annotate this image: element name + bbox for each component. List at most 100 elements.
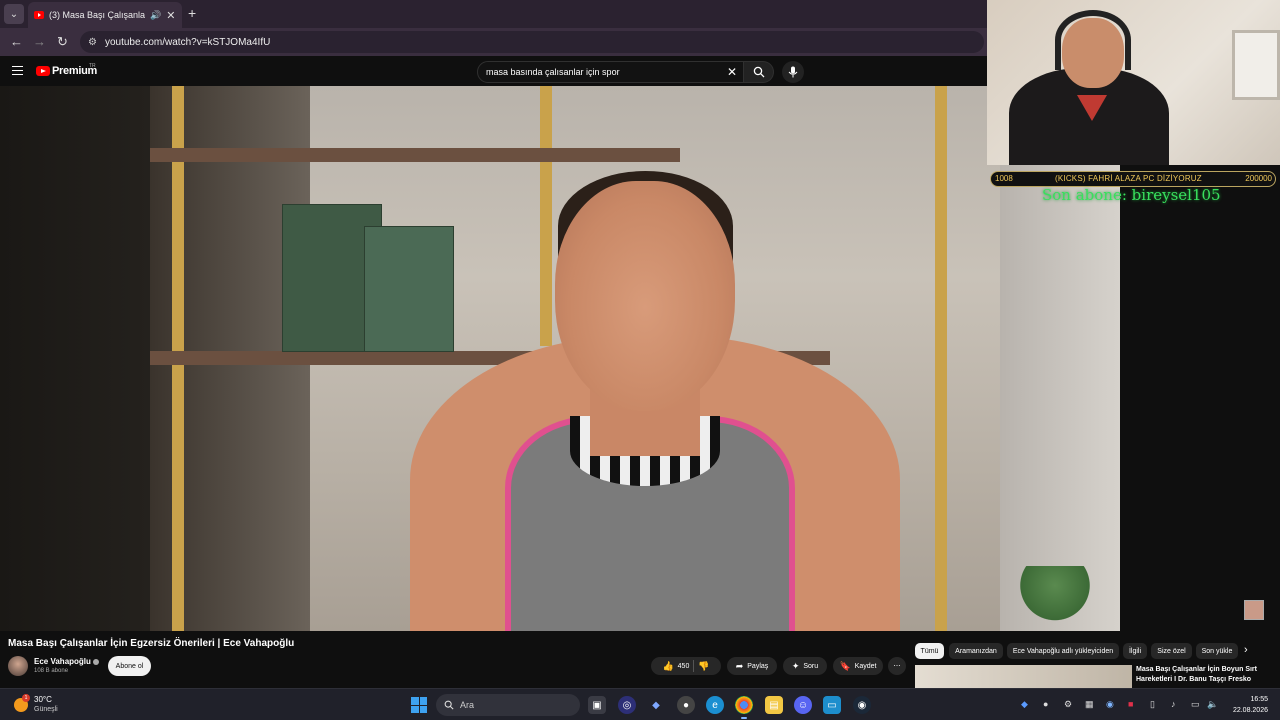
subscriber-count: 108 B abone [34, 668, 69, 674]
donation-ticker: 1008 (KICKS) FAHRİ ALAZA PC DİZİYORUZ 20… [990, 171, 1276, 187]
search-icon [444, 700, 454, 710]
browser-tab-active[interactable]: (3) Masa Başı Çalışanlar İçin 🔊 ✕ [28, 2, 182, 28]
url-input[interactable]: ⚙ youtube.com/watch?v=kSTJOMa4IfU [80, 31, 984, 53]
thumbs-up-icon[interactable]: 👍 [662, 661, 673, 672]
share-label: Paylaş [747, 662, 769, 670]
video-metadata: Masa Başı Çalışanlar İçin Egzersiz Öneri… [0, 631, 1280, 689]
share-icon: ➦ [735, 660, 744, 671]
shelf [150, 148, 680, 162]
presenter-face [555, 181, 735, 411]
chevron-right-icon[interactable]: › [1244, 644, 1248, 656]
back-arrow-icon[interactable]: ← [10, 34, 23, 49]
chip-for-you[interactable]: Size özel [1151, 643, 1192, 659]
tray-gamepad-icon[interactable]: ▦ [1085, 699, 1094, 710]
steam-icon[interactable]: ◉ [853, 696, 871, 714]
chip-recently-uploaded[interactable]: Son yükle [1196, 643, 1238, 659]
clear-search-icon[interactable]: ✕ [727, 65, 737, 79]
like-dislike-group: 👍 450 👎 [651, 657, 721, 675]
sparkle-icon: ✦ [791, 660, 800, 671]
search-icon [753, 66, 764, 78]
streamer-webcam [987, 0, 1280, 165]
tray-red-app-icon[interactable]: ■ [1128, 699, 1133, 709]
tray-settings-icon[interactable]: ⚙ [1064, 699, 1072, 710]
channel-name-row[interactable]: Ece Vahapoğlu [34, 657, 99, 666]
weather-condition[interactable]: Güneşli [34, 706, 58, 713]
headset [1055, 10, 1131, 70]
video-letterbox [0, 86, 150, 631]
weather-temp[interactable]: 30°C [34, 695, 52, 704]
channel-name[interactable]: Ece Vahapoğlu [34, 657, 91, 666]
save-button[interactable]: 🔖 Kaydet [833, 657, 883, 675]
chip-all[interactable]: Tümü [915, 643, 944, 659]
chip-from-uploader[interactable]: Ece Vahapoğlu adlı yükleyiciden [1007, 643, 1119, 659]
subscribe-button[interactable]: Abone ol [108, 656, 151, 676]
save-label: Kaydet [854, 662, 877, 670]
verified-icon [92, 658, 99, 665]
edge-icon[interactable]: e [706, 696, 724, 714]
clock-date: 22.08.2026 [1232, 707, 1268, 714]
browser-tab-strip: ⌄ (3) Masa Başı Çalışanlar İçin 🔊 ✕ + [0, 0, 987, 28]
tab-close-icon[interactable]: ✕ [166, 9, 175, 22]
tray-usb-icon[interactable]: ▯ [1150, 699, 1155, 710]
tray-display-icon[interactable]: ▭ [1191, 699, 1200, 710]
tab-list-chevron-icon[interactable]: ⌄ [4, 4, 24, 24]
tray-steam-icon[interactable]: ◉ [1106, 699, 1114, 710]
ticker-goal-text: (KICKS) FAHRİ ALAZA PC DİZİYORUZ [1055, 174, 1202, 183]
chip-from-search[interactable]: Aramanızdan [949, 643, 1003, 659]
recommendation-title[interactable]: Masa Başı Çalışanlar İçin Boyun Sırt Har… [1136, 665, 1276, 685]
mini-thumbnail[interactable] [1244, 600, 1264, 620]
thumbs-down-icon[interactable]: 👎 [698, 661, 709, 672]
site-settings-icon[interactable]: ⚙ [88, 37, 97, 48]
url-text: youtube.com/watch?v=kSTJOMa4IfU [104, 36, 271, 48]
address-bar-row: ← → ↻ ⚙ youtube.com/watch?v=kSTJOMa4IfU [0, 28, 987, 56]
app-window-icon[interactable]: ▭ [823, 696, 841, 714]
reload-icon[interactable]: ↻ [57, 34, 68, 50]
menu-icon[interactable] [12, 66, 23, 75]
search-input[interactable]: masa basında çalısanlar için spor ✕ [477, 61, 744, 83]
region-code: TR [89, 63, 96, 69]
youtube-masthead: Premium TR masa basında çalısanlar için … [0, 56, 987, 86]
app-circle-icon[interactable]: ◎ [618, 696, 636, 714]
discord-icon[interactable]: ☺ [794, 696, 812, 714]
search-query: masa basında çalısanlar için spor [486, 67, 620, 77]
recommendation-thumbnail[interactable] [915, 665, 1132, 689]
tray-app-icon[interactable]: ● [1043, 699, 1048, 709]
weather-badge: 1 [22, 694, 30, 702]
ask-button[interactable]: ✦ Soru [783, 657, 827, 675]
chip-related[interactable]: İlgili [1123, 643, 1147, 659]
video-player[interactable] [0, 86, 1120, 631]
search-button[interactable] [744, 61, 774, 83]
more-icon: ⋯ [893, 663, 901, 670]
app-ball-icon[interactable]: ● [677, 696, 695, 714]
file-explorer-icon[interactable]: ▤ [765, 696, 783, 714]
book [364, 226, 454, 352]
clock-time: 16:55 [1250, 696, 1268, 703]
tab-title: (3) Masa Başı Çalışanlar İçin [49, 10, 145, 20]
task-view-icon[interactable]: ▣ [588, 696, 606, 714]
chrome-icon[interactable] [735, 696, 753, 719]
voice-search-button[interactable] [782, 61, 804, 83]
like-count[interactable]: 450 [678, 663, 690, 670]
ticker-current: 1008 [995, 174, 1013, 183]
speaker-icon[interactable]: 🔊 [150, 10, 161, 21]
channel-avatar[interactable] [8, 656, 28, 676]
forward-arrow-icon[interactable]: → [33, 34, 46, 49]
tray-bluetooth-icon[interactable]: ◆ [1021, 699, 1028, 710]
ask-label: Soru [803, 662, 819, 670]
more-actions-button[interactable]: ⋯ [888, 657, 906, 675]
video-frame [150, 86, 1120, 631]
taskbar-search-placeholder: Ara [460, 700, 475, 710]
tray-volume-icon[interactable]: 🔈 [1207, 699, 1218, 710]
youtube-favicon-icon [34, 11, 44, 19]
taskbar-search[interactable]: Ara [436, 694, 580, 716]
tray-mic-icon[interactable]: ♪ [1171, 699, 1176, 709]
windows-start-icon[interactable] [411, 697, 427, 713]
share-button[interactable]: ➦ Paylaş [727, 657, 777, 675]
taskbar-clock[interactable]: 16:55 22.08.2026 [1226, 694, 1268, 716]
new-tab-button[interactable]: + [188, 5, 196, 21]
youtube-logo-icon[interactable] [36, 66, 50, 76]
plant [1020, 566, 1090, 631]
microphone-icon [788, 66, 798, 78]
app-diamond-icon[interactable]: ◆ [647, 696, 665, 714]
taskbar: 1 30°C Güneşli Ara ▣ ◎ ◆ ● e ▤ ☺ ▭ ◉ ◆ ●… [0, 688, 1280, 720]
